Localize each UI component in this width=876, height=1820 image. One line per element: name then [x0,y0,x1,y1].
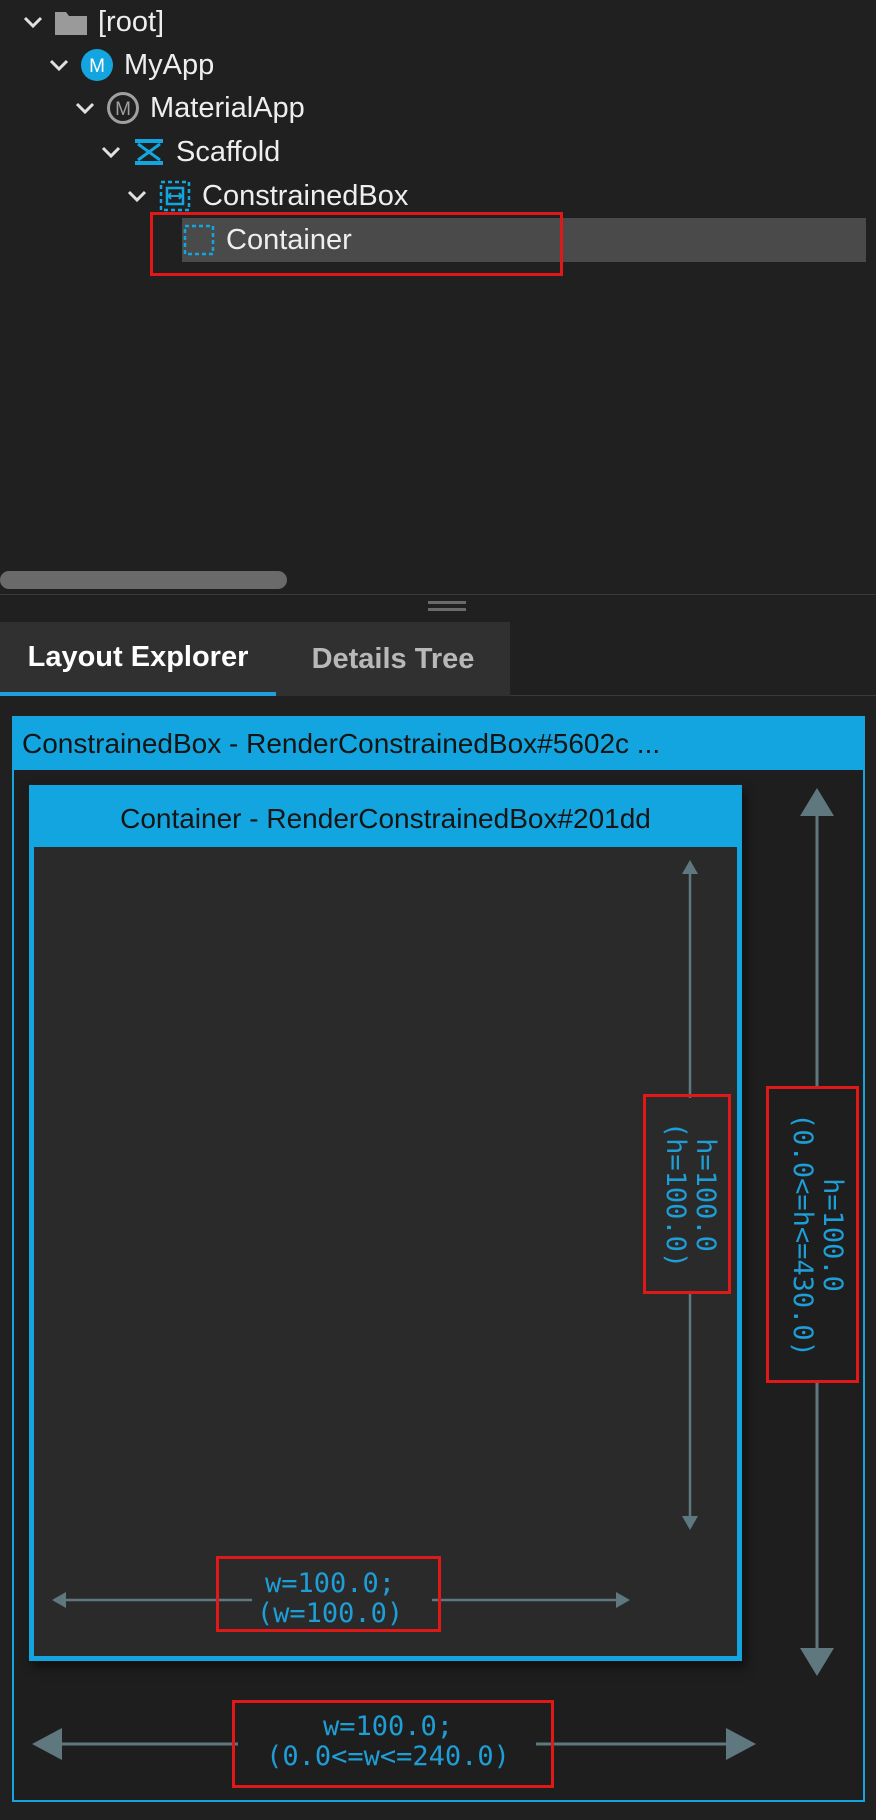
annotation-inner-height [643,1094,731,1294]
annotation-inner-width [216,1556,441,1632]
annotation-outer-height [766,1086,859,1383]
annotation-outer-width [232,1700,554,1788]
dimension-arrows [32,788,834,1760]
